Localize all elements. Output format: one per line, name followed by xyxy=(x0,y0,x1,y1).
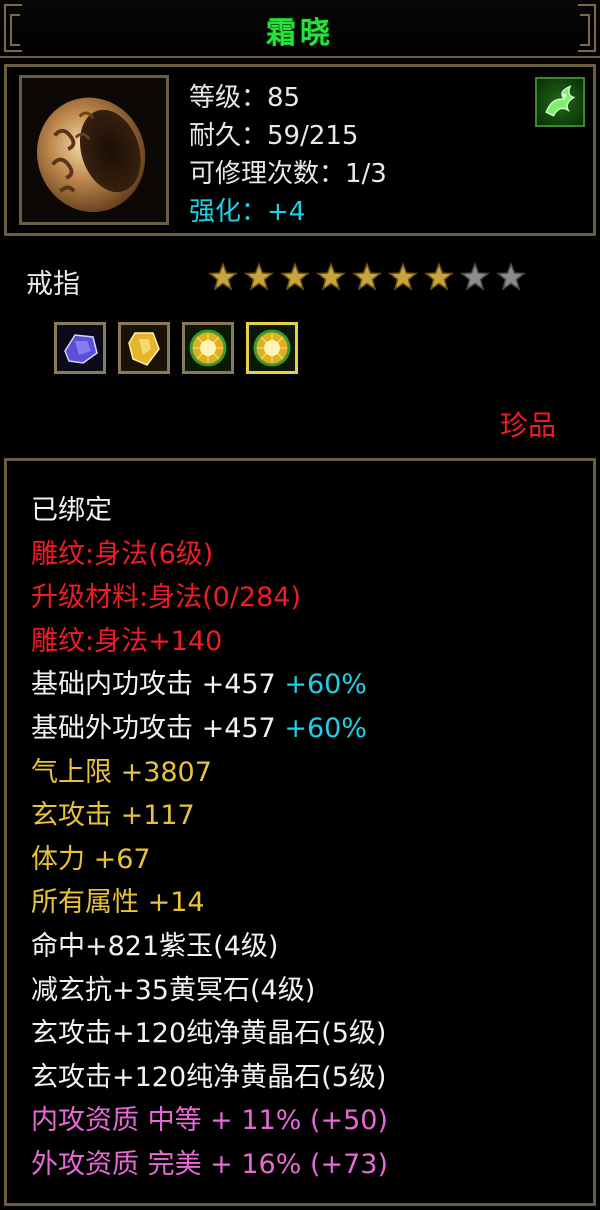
item-type: 戒指 xyxy=(26,269,80,300)
attribute-text: 已绑定 xyxy=(31,495,112,526)
pure-yellow-gem-icon[interactable] xyxy=(246,322,298,374)
attribute-line: 玄攻击 +117 xyxy=(31,794,388,838)
yellow-crystal-gem-icon[interactable] xyxy=(118,322,170,374)
attribute-line: 减玄抗+35黄冥石(4级) xyxy=(31,969,388,1013)
attribute-text: 所有属性 +14 xyxy=(31,887,205,919)
star-rating xyxy=(208,262,526,296)
item-repair-count: 可修理次数：1/3 xyxy=(189,159,387,189)
attribute-line: 雕纹:身法+140 xyxy=(31,620,388,664)
star-filled-icon xyxy=(244,262,274,291)
attribute-line: 气上限 +3807 xyxy=(31,751,388,795)
attribute-text: 外攻资质 完美 + 16% (+73) xyxy=(31,1148,389,1180)
attribute-line: 雕纹:身法(6级) xyxy=(31,533,388,577)
attribute-text: 玄攻击+120纯净黄晶石(5级) xyxy=(31,1061,387,1093)
star-filled-icon xyxy=(208,262,238,291)
star-filled-icon xyxy=(280,262,310,291)
item-header-panel: 等级：85 耐久：59/215 可修理次数：1/3 强化：+4 xyxy=(4,64,596,236)
attribute-text: 基础内功攻击 +457 xyxy=(31,669,276,701)
attribute-panel: 已绑定雕纹:身法(6级) 升级材料:身法(0/284) 雕纹:身法+140 基础内功攻… xyxy=(4,458,596,1206)
attribute-text: 内攻资质 中等 + 11% (+50) xyxy=(31,1105,389,1137)
attribute-text: 雕纹:身法(6级) xyxy=(31,538,214,570)
star-filled-icon xyxy=(424,262,454,291)
attribute-bonus-percent: +60% xyxy=(275,712,367,744)
title-corner-ornament-right xyxy=(578,4,596,52)
attribute-text: 基础外功攻击 +457 xyxy=(31,712,276,744)
attribute-line: 已绑定 xyxy=(31,489,388,533)
attribute-line: 内攻资质 中等 + 11% (+50) xyxy=(31,1099,388,1143)
star-filled-icon xyxy=(316,262,346,291)
attribute-line: 基础外功攻击 +457 +60% xyxy=(31,707,388,751)
attribute-line: 所有属性 +14 xyxy=(31,881,388,925)
attribute-text: 体力 +67 xyxy=(31,843,151,875)
purple-gem-icon[interactable] xyxy=(54,322,106,374)
attribute-line: 玄攻击+120纯净黄晶石(5级) xyxy=(31,1056,388,1100)
attribute-list: 已绑定雕纹:身法(6级) 升级材料:身法(0/284) 雕纹:身法+140 基础内功攻… xyxy=(31,489,388,1187)
attribute-line: 升级材料:身法(0/284) xyxy=(31,576,388,620)
attribute-text: 气上限 +3807 xyxy=(31,756,212,788)
attribute-text: 玄攻击 +117 xyxy=(31,800,195,832)
item-durability: 耐久：59/215 xyxy=(189,121,359,151)
attribute-line: 体力 +67 xyxy=(31,838,388,882)
attribute-text: 雕纹:身法+140 xyxy=(31,625,223,657)
tooltip-title-bar: 霜晓 xyxy=(0,0,600,58)
star-empty-icon xyxy=(460,262,490,291)
attribute-line: 玄攻击+120纯净黄晶石(5级) xyxy=(31,1012,388,1056)
item-name: 霜晓 xyxy=(266,16,334,51)
item-enhance-level: 强化：+4 xyxy=(189,197,306,227)
item-level: 等级：85 xyxy=(189,83,301,113)
attribute-text: 升级材料:身法(0/284) xyxy=(31,582,301,614)
green-dragon-badge-icon xyxy=(535,77,585,127)
item-stats: 等级：85 耐久：59/215 可修理次数：1/3 强化：+4 xyxy=(189,79,387,231)
attribute-bonus-percent: +60% xyxy=(275,669,367,701)
attribute-text: 减玄抗+35黄冥石(4级) xyxy=(31,974,316,1006)
ring-icon xyxy=(19,75,169,225)
gem-sockets xyxy=(54,322,298,374)
pure-yellow-gem-icon[interactable] xyxy=(182,322,234,374)
attribute-text: 玄攻击+120纯净黄晶石(5级) xyxy=(31,1018,387,1050)
attribute-line: 基础内功攻击 +457 +60% xyxy=(31,663,388,707)
attribute-text: 命中+821紫玉(4级) xyxy=(31,930,279,962)
star-filled-icon xyxy=(388,262,418,291)
item-rarity: 珍品 xyxy=(499,409,556,442)
attribute-line: 外攻资质 完美 + 16% (+73) xyxy=(31,1143,388,1187)
star-filled-icon xyxy=(352,262,382,291)
attribute-line: 命中+821紫玉(4级) xyxy=(31,925,388,969)
star-empty-icon xyxy=(496,262,526,291)
